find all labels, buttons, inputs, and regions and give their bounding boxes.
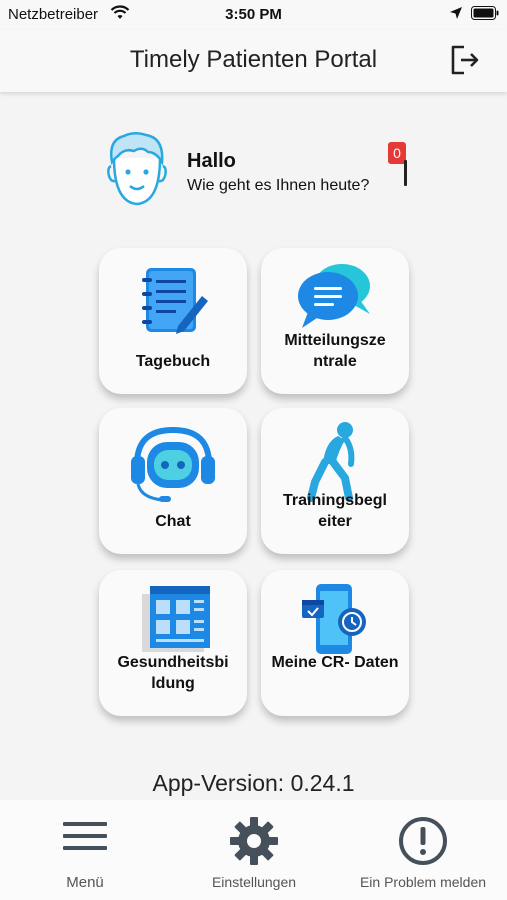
nav-menu[interactable]: Menü [40, 800, 130, 900]
nav-settings[interactable]: Einstellungen [194, 800, 314, 900]
diary-icon [142, 268, 208, 334]
avatar-icon [107, 132, 167, 206]
tile-label: Trainingsbegl eiter [282, 492, 387, 530]
battery-icon [471, 6, 499, 20]
greeting-card: Hallo Wie geht es Ihnen heute? [104, 130, 414, 220]
tile-meine-cr-daten[interactable]: Meine CR- Daten [261, 570, 409, 716]
app-header: Timely Patienten Portal [0, 30, 507, 92]
tile-label: Tagebuch [135, 353, 211, 370]
bottom-nav: Menü Einstellungen Ein Problem melden [0, 800, 507, 900]
app-version: App-Version: 0.24.1 [152, 770, 355, 796]
tile-label: Mitteilungsze ntrale [284, 332, 386, 370]
status-bar: Netzbetreiber 3:50 PM [0, 0, 507, 30]
tile-tagebuch[interactable]: Tagebuch [99, 248, 247, 394]
tile-chat[interactable]: Chat [99, 408, 247, 554]
tile-gesundheitsbildung[interactable]: Gesundheitsbi ldung [99, 570, 247, 716]
tile-mitteilungszentrale[interactable]: Mitteilungsze ntrale [261, 248, 409, 394]
tile-label: Gesundheitsbi ldung [117, 654, 229, 692]
nav-report-problem[interactable]: Ein Problem melden [350, 800, 496, 900]
page-title: Timely Patienten Portal [129, 46, 378, 73]
robot-headset-icon [131, 426, 215, 502]
nav-settings-label: Einstellungen [211, 874, 297, 890]
hamburger-menu-icon [63, 822, 107, 850]
tile-label: Chat [155, 513, 191, 530]
tile-trainingsbegleiter[interactable]: Trainingsbegl eiter [261, 408, 409, 554]
tile-label: Meine CR- Daten [271, 654, 399, 671]
nav-report-problem-label: Ein Problem melden [359, 874, 487, 890]
notification-badge[interactable]: 0 [388, 142, 408, 190]
gear-icon [230, 817, 278, 865]
greeting-subtitle: Wie geht es Ihnen heute? [187, 177, 370, 194]
article-icon [142, 586, 210, 652]
nav-menu-label: Menü [66, 874, 104, 891]
logout-icon[interactable] [450, 44, 480, 76]
badge-indicator [404, 160, 407, 186]
phone-data-icon [302, 584, 366, 654]
clock: 3:50 PM [225, 6, 282, 23]
location-arrow-icon [450, 7, 462, 19]
greeting-title: Hallo [187, 150, 236, 172]
alert-circle-icon [399, 817, 447, 865]
chat-bubbles-icon [298, 264, 370, 328]
